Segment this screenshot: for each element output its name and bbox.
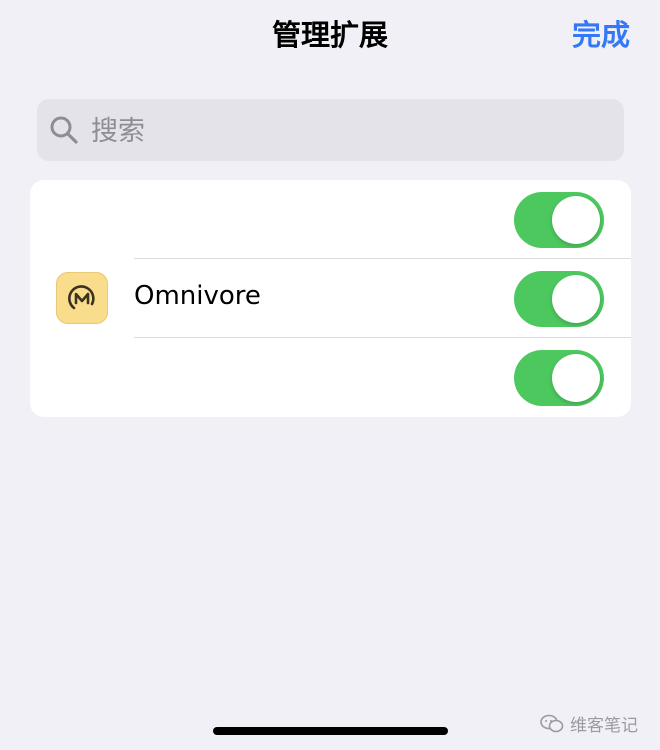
- watermark-text: 维客笔记: [570, 716, 638, 736]
- search-input[interactable]: [89, 109, 593, 153]
- navigation-bar: 管理扩展 完成: [0, 0, 660, 70]
- home-indicator[interactable]: [213, 727, 448, 735]
- blank-app-icon: [56, 351, 108, 403]
- toggle-knob: [552, 196, 600, 244]
- extension-toggle[interactable]: [514, 192, 604, 248]
- toggle-knob: [552, 354, 600, 402]
- wechat-icon: [540, 714, 564, 732]
- extension-row: [30, 338, 631, 417]
- blank-app-icon: [56, 193, 108, 245]
- extension-label: Omnivore: [134, 281, 261, 311]
- search-bar[interactable]: [37, 99, 624, 161]
- page-title: 管理扩展: [271, 18, 388, 52]
- extension-row-omnivore: Omnivore: [30, 259, 631, 338]
- done-button[interactable]: 完成: [572, 12, 630, 54]
- extension-row: [30, 180, 631, 259]
- extension-toggle[interactable]: [514, 350, 604, 406]
- omnivore-icon: [56, 272, 108, 324]
- toggle-knob: [552, 275, 600, 323]
- watermark: 维客笔记: [540, 711, 638, 736]
- search-icon: [50, 116, 78, 144]
- extensions-list: Omnivore: [30, 180, 631, 417]
- omnivore-toggle[interactable]: [514, 271, 604, 327]
